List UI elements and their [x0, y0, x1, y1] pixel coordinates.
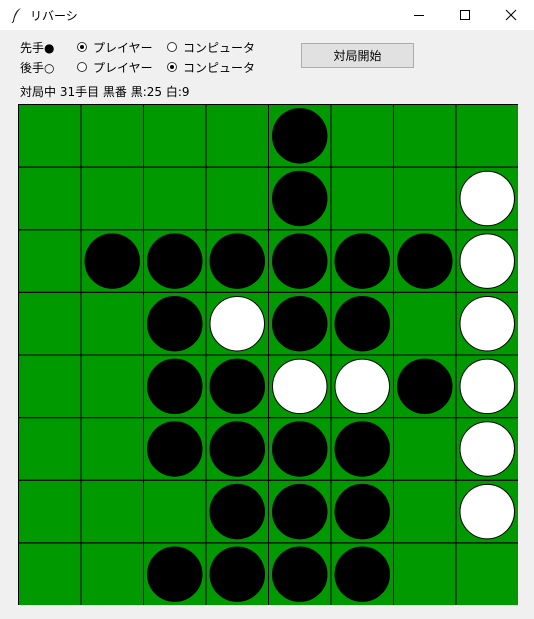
- black-disc: [334, 421, 390, 477]
- close-button[interactable]: [488, 0, 534, 30]
- second-player-radio[interactable]: [77, 62, 87, 72]
- minimize-button[interactable]: [396, 0, 442, 30]
- black-disc: [209, 421, 265, 477]
- white-disc: [459, 295, 515, 352]
- white-disc: [459, 170, 515, 227]
- maximize-icon: [460, 10, 470, 20]
- second-player-label: 後手○: [20, 61, 55, 75]
- black-disc: [209, 358, 265, 415]
- black-disc: [147, 421, 203, 477]
- white-disc: [272, 358, 328, 415]
- game-status: 対局中 31手目 黒番 黒:25 白:9: [20, 85, 190, 99]
- black-disc: [147, 358, 203, 415]
- black-disc: [334, 483, 390, 540]
- black-disc: [272, 170, 328, 227]
- close-icon: [505, 9, 517, 21]
- window-title: リバーシ: [30, 9, 78, 23]
- white-disc: [459, 233, 515, 289]
- black-disc: [272, 108, 328, 164]
- black-disc: [397, 358, 453, 415]
- white-disc: [209, 295, 265, 352]
- second-player-option-label[interactable]: プレイヤー: [93, 59, 153, 76]
- black-disc: [272, 546, 328, 602]
- black-disc: [209, 483, 265, 540]
- first-player-radio[interactable]: [77, 42, 87, 52]
- first-player-option-label[interactable]: プレイヤー: [93, 39, 153, 56]
- black-disc: [272, 421, 328, 477]
- black-disc: [397, 233, 453, 289]
- black-disc: [209, 546, 265, 602]
- second-computer-radio[interactable]: [167, 62, 177, 72]
- black-disc: [209, 233, 265, 289]
- black-disc: [272, 233, 328, 289]
- black-disc: [334, 546, 390, 602]
- minimize-icon: [414, 15, 424, 16]
- white-disc: [459, 358, 515, 415]
- white-disc: [459, 421, 515, 477]
- first-player-label: 先手●: [20, 41, 55, 55]
- black-disc: [334, 295, 390, 352]
- second-computer-option-label[interactable]: コンピュータ: [183, 59, 255, 76]
- black-disc: [334, 233, 390, 289]
- first-computer-option-label[interactable]: コンピュータ: [183, 39, 255, 56]
- black-disc: [272, 295, 328, 352]
- game-board[interactable]: [18, 104, 518, 605]
- black-disc: [147, 546, 203, 602]
- maximize-button[interactable]: [442, 0, 488, 30]
- black-disc: [147, 295, 203, 352]
- black-disc: [147, 233, 203, 289]
- black-disc: [84, 233, 140, 289]
- white-disc: [459, 483, 515, 540]
- white-disc: [334, 358, 390, 415]
- black-disc: [272, 483, 328, 540]
- first-computer-radio[interactable]: [167, 42, 177, 52]
- start-game-button[interactable]: 対局開始: [301, 43, 414, 68]
- feather-icon: [11, 8, 21, 23]
- title-bar: リバーシ: [0, 0, 534, 30]
